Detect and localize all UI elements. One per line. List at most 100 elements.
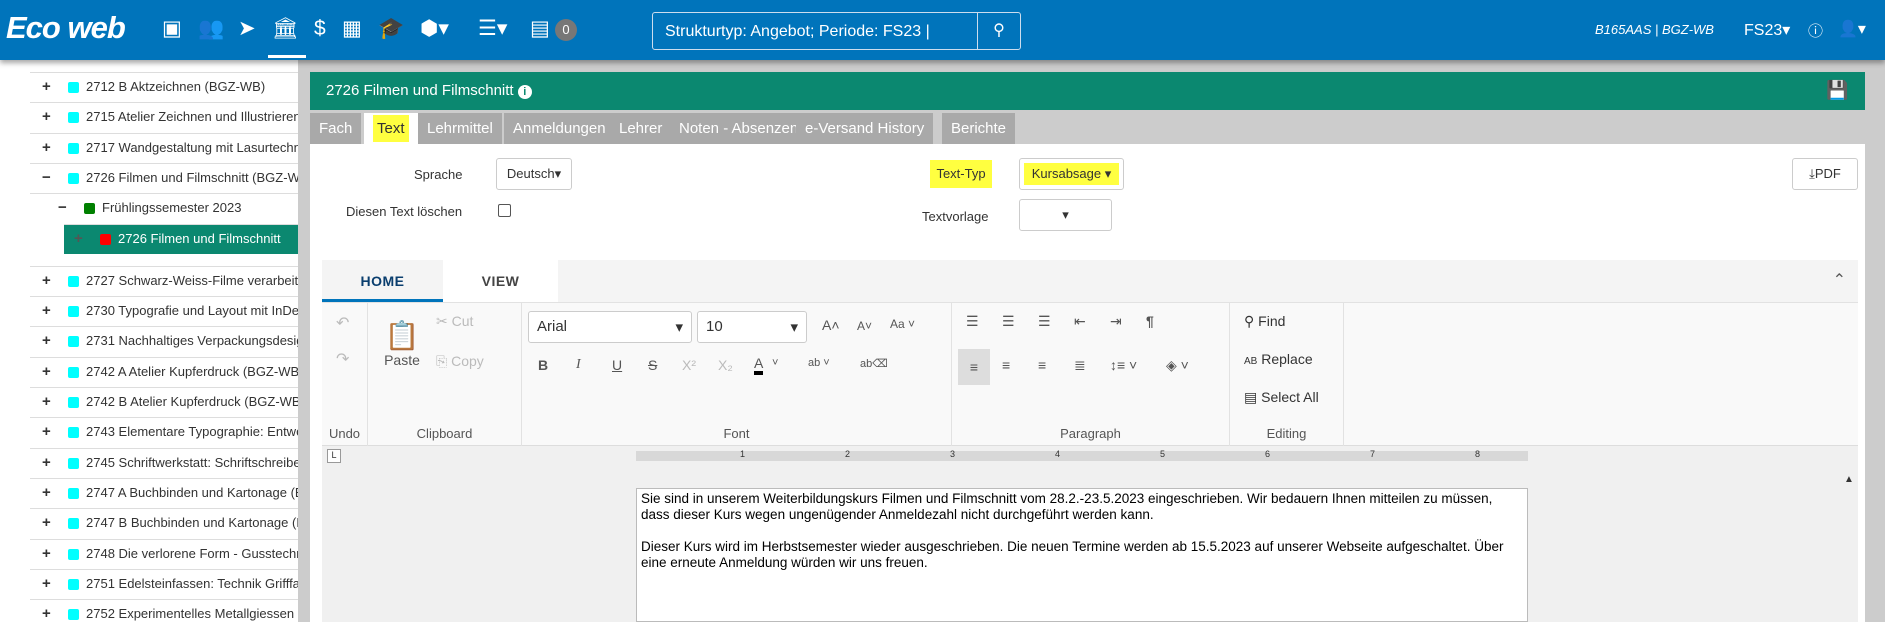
tree-item[interactable]: +2747 A Buchbinden und Kartonage (E: [30, 477, 298, 508]
search-button[interactable]: ⚲: [977, 12, 1021, 50]
tree-item[interactable]: +2743 Elementare Typographie: Entwe: [30, 417, 298, 447]
superscript-icon[interactable]: X²: [682, 357, 696, 373]
tab-noten-absenzen[interactable]: Noten - Absenzen: [670, 113, 808, 144]
scroll-up-icon[interactable]: ▲: [1840, 474, 1858, 485]
align-right-icon[interactable]: ≡: [1038, 357, 1046, 373]
expand-icon[interactable]: +: [42, 134, 51, 162]
font-size-dropdown[interactable]: 10 ▾: [697, 311, 807, 343]
texttyp-dropdown[interactable]: Kursabsage ▾: [1019, 158, 1124, 190]
clear-format-icon[interactable]: ab⌫: [860, 357, 888, 370]
subscript-icon[interactable]: X₂: [718, 357, 733, 373]
highlight-icon[interactable]: ab ˅: [808, 357, 830, 369]
multilevel-list-icon[interactable]: ☰: [1038, 313, 1051, 330]
font-color-chevron-icon[interactable]: ˅: [772, 357, 778, 369]
tab-e-versand-history[interactable]: e-Versand History: [796, 113, 934, 144]
expand-icon[interactable]: +: [42, 449, 51, 477]
tree-item[interactable]: − 2726 Filmen und Filmschnitt (BGZ-W: [30, 162, 298, 193]
tab-text[interactable]: Text: [364, 113, 418, 144]
bullet-list-icon[interactable]: ☰: [966, 313, 979, 330]
period-dropdown[interactable]: FS23▾: [1744, 20, 1790, 40]
tree-item[interactable]: +2745 Schriftwerkstatt: Schriftschreibe: [30, 447, 298, 478]
info-icon[interactable]: i: [517, 85, 532, 99]
tree-item[interactable]: +2727 Schwarz-Weiss-Filme verarbeite: [30, 265, 298, 296]
expand-icon[interactable]: +: [42, 297, 51, 325]
decrease-indent-icon[interactable]: ⇤: [1074, 313, 1086, 330]
tree-item[interactable]: +2726 Filmen und Filmschnitt: [64, 223, 298, 254]
tab-lehrer[interactable]: Lehrer: [610, 113, 672, 144]
grow-font-icon[interactable]: A˄: [822, 317, 840, 333]
notification-badge[interactable]: 0: [555, 19, 577, 41]
institution-icon[interactable]: 🏛: [272, 16, 299, 42]
collapse-icon[interactable]: −: [42, 164, 51, 192]
tree-item[interactable]: +2712 B Aktzeichnen (BGZ-WB): [30, 72, 298, 102]
pdf-button[interactable]: ⤓PDF: [1792, 158, 1858, 190]
paper-plane-icon[interactable]: ➤: [238, 16, 256, 42]
expand-icon[interactable]: +: [42, 479, 51, 507]
align-center-icon[interactable]: ≡: [1002, 357, 1010, 373]
textvorlage-dropdown[interactable]: ▾: [1019, 199, 1112, 231]
expand-icon[interactable]: +: [42, 267, 51, 295]
sprache-dropdown[interactable]: Deutsch▾: [496, 158, 572, 190]
expand-icon[interactable]: +: [42, 509, 51, 537]
expand-icon[interactable]: +: [42, 540, 51, 568]
expand-icon[interactable]: +: [42, 600, 51, 622]
tree-item[interactable]: +2717 Wandgestaltung mit Lasurtechn: [30, 132, 298, 163]
collapse-icon[interactable]: −: [58, 194, 67, 222]
shading-icon[interactable]: ◈ ˅: [1166, 357, 1189, 374]
users-icon[interactable]: 👥: [198, 16, 224, 42]
expand-icon[interactable]: +: [74, 225, 83, 253]
select-all-button[interactable]: ▤ Select All: [1244, 389, 1319, 406]
expand-icon[interactable]: +: [42, 388, 51, 416]
tree-item[interactable]: +2751 Edelsteinfassen: Technik Grifffa: [30, 568, 298, 599]
cut-button[interactable]: ✂ Cut: [436, 313, 473, 330]
numbered-list-icon[interactable]: ☰: [1002, 313, 1015, 330]
underline-icon[interactable]: U: [612, 357, 622, 373]
redo-icon[interactable]: ↷: [336, 349, 349, 369]
tab-lehrmittel[interactable]: Lehrmittel: [418, 113, 502, 144]
save-icon[interactable]: 💾: [1826, 80, 1848, 101]
calendar-icon[interactable]: ▦: [342, 16, 362, 42]
sidebar-scrollbar[interactable]: [298, 60, 310, 622]
help-icon[interactable]: ⓘ: [1808, 20, 1823, 41]
tree-item[interactable]: +2752 Experimentelles Metallgiessen: [30, 599, 298, 622]
tree-item[interactable]: +2742 B Atelier Kupferdruck (BGZ-WB: [30, 387, 298, 417]
tree-item[interactable]: − Frühlingssemester 2023: [30, 193, 298, 223]
dollar-icon[interactable]: $: [314, 16, 326, 42]
paste-button[interactable]: 📋 Paste: [378, 319, 426, 368]
font-color-icon[interactable]: A: [754, 355, 764, 375]
document-page[interactable]: Sie sind in unserem Weiterbildungskurs F…: [636, 488, 1528, 622]
tab-berichte[interactable]: Berichte: [942, 113, 1016, 144]
justify-icon[interactable]: ≣: [1074, 357, 1086, 374]
bold-icon[interactable]: B: [538, 357, 548, 373]
expand-icon[interactable]: +: [42, 358, 51, 386]
copy-button[interactable]: ⎘ Copy: [436, 353, 484, 370]
tab-anmeldungen[interactable]: Anmeldungen: [504, 113, 615, 144]
tree-item[interactable]: +2747 B Buchbinden und Kartonage (E: [30, 508, 298, 538]
tree-item[interactable]: +2748 Die verlorene Form - Gusstechn: [30, 538, 298, 569]
align-left-icon[interactable]: ≡: [958, 349, 990, 385]
pilcrow-icon[interactable]: ¶: [1146, 313, 1154, 329]
replace-button[interactable]: AB Replace: [1244, 351, 1313, 367]
search-input[interactable]: Strukturtyp: Angebot; Periode: FS23 |: [652, 12, 978, 50]
tree-item[interactable]: +2730 Typografie und Layout mit InDes: [30, 296, 298, 326]
graduation-cap-icon[interactable]: 🎓: [378, 16, 404, 42]
server-icon[interactable]: ▤: [530, 16, 550, 42]
ribbon-tab-view[interactable]: VIEW: [443, 260, 558, 302]
document-scrollbar[interactable]: ▲: [1840, 466, 1858, 622]
find-button[interactable]: ⚲ Find: [1244, 313, 1285, 330]
list-icon[interactable]: ☰▾: [478, 16, 507, 42]
tree-item[interactable]: +2731 Nachhaltiges Verpackungsdesig: [30, 326, 298, 356]
tab-fach[interactable]: Fach: [310, 113, 362, 144]
font-name-dropdown[interactable]: Arial ▾: [528, 311, 692, 343]
user-menu-icon[interactable]: 👤▾: [1838, 19, 1866, 39]
delete-text-checkbox[interactable]: [498, 204, 511, 217]
shrink-font-icon[interactable]: A˅: [857, 319, 872, 333]
expand-icon[interactable]: +: [42, 103, 51, 131]
expand-icon[interactable]: +: [42, 570, 51, 598]
line-spacing-icon[interactable]: ↕≡ ˅: [1110, 357, 1137, 373]
expand-icon[interactable]: +: [42, 73, 51, 101]
logo[interactable]: Eco web: [6, 10, 126, 46]
tab-stop-icon[interactable]: L: [327, 449, 341, 463]
ribbon-tab-home[interactable]: HOME: [322, 260, 443, 302]
expand-icon[interactable]: +: [42, 327, 51, 355]
